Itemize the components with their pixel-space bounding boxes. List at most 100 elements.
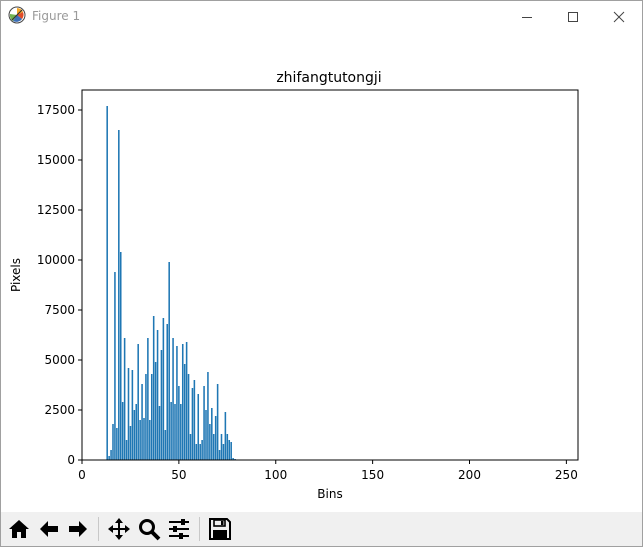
histogram-bar: [112, 424, 114, 460]
histogram-bar: [164, 430, 167, 460]
histogram-bar: [170, 402, 172, 460]
histogram-bar: [185, 342, 188, 460]
histogram-bar: [160, 350, 163, 460]
histogram-bar: [106, 106, 108, 460]
histogram-bar: [114, 272, 116, 460]
histogram-bar: [199, 444, 201, 460]
histogram-bar: [125, 440, 128, 460]
y-tick-label: 2500: [44, 403, 75, 417]
maximize-button[interactable]: [550, 1, 596, 32]
y-tick-label: 7500: [44, 303, 75, 317]
histogram-bar: [183, 364, 186, 460]
close-icon: [613, 11, 625, 22]
histogram-bar: [212, 434, 215, 460]
navigation-toolbar: [1, 512, 642, 546]
histogram-bar: [218, 450, 221, 460]
back-arrow-icon: [40, 521, 58, 537]
histogram-bar: [172, 338, 174, 460]
histogram-bar: [152, 316, 155, 460]
histogram-bar: [176, 346, 178, 460]
histogram-bar: [230, 442, 232, 460]
forward-arrow-icon: [69, 521, 87, 537]
histogram-bar: [181, 344, 184, 460]
configure-subplots-icon: [169, 519, 189, 539]
histogram-bar: [220, 434, 223, 460]
histogram-bar: [156, 330, 159, 460]
histogram-bar: [189, 434, 192, 460]
histogram-bar: [135, 404, 138, 460]
histogram-bar: [141, 384, 143, 460]
figure-window: Figure 1 zhifangtutongji 0 2500 5000 7500 10…: [0, 0, 643, 547]
y-tick-label: 15000: [37, 153, 75, 167]
histogram-bar: [154, 362, 157, 460]
histogram-bar: [131, 370, 134, 460]
histogram-bar: [116, 428, 118, 460]
title-bar[interactable]: Figure 1: [1, 1, 642, 32]
y-tick-label: 0: [67, 453, 75, 467]
histogram-bar: [187, 374, 190, 460]
histogram-bar: [222, 444, 225, 460]
histogram-bar: [180, 404, 182, 460]
zoom-button[interactable]: [135, 515, 163, 543]
histogram-bar: [121, 402, 124, 460]
bars-group: [106, 106, 236, 460]
histogram-bar: [214, 416, 217, 460]
plot-area: zhifangtutongji 0 2500 5000 7500 10000 12500 1…: [1, 32, 642, 512]
x-tick-label: 0: [78, 468, 86, 482]
histogram-bar: [119, 252, 122, 460]
x-tick-label: 100: [264, 468, 287, 482]
histogram-bar: [195, 444, 198, 460]
histogram-bar: [139, 420, 141, 460]
histogram-bar: [133, 410, 136, 460]
histogram-bar: [127, 368, 130, 460]
minimize-button[interactable]: [504, 1, 550, 32]
matplotlib-logo-icon: [8, 6, 26, 24]
x-tick-label: 50: [171, 468, 186, 482]
forward-button[interactable]: [64, 515, 92, 543]
histogram-bar: [108, 456, 110, 460]
histogram-bar: [203, 386, 205, 460]
histogram-bar: [193, 380, 196, 460]
histogram-bar: [201, 440, 203, 460]
chart-title: zhifangtutongji: [276, 70, 381, 86]
histogram-bar: [143, 418, 145, 460]
histogram-bar: [178, 386, 180, 460]
configure-subplots-button[interactable]: [165, 515, 193, 543]
minimize-icon: [522, 16, 532, 18]
histogram-bar: [150, 374, 153, 460]
histogram-bar: [162, 318, 165, 460]
x-axis-label: Bins: [317, 487, 342, 501]
histogram-bar: [209, 424, 211, 460]
histogram-bar: [149, 420, 151, 460]
pan-button[interactable]: [105, 515, 133, 543]
histogram-bar: [197, 394, 200, 460]
histogram-bar: [168, 262, 170, 460]
histogram-bar: [147, 338, 149, 460]
histogram-bar: [158, 406, 161, 460]
histogram-bar: [174, 404, 176, 460]
histogram-bar: [166, 324, 169, 460]
histogram-bar: [224, 412, 227, 460]
x-tick-label: 200: [458, 468, 481, 482]
save-icon: [209, 518, 231, 540]
window-title: Figure 1: [32, 9, 81, 23]
x-tick-label: 250: [555, 468, 578, 482]
y-axis-label: Pixels: [9, 258, 23, 292]
histogram-bar: [205, 410, 207, 460]
back-button[interactable]: [35, 515, 63, 543]
close-button[interactable]: [596, 1, 642, 32]
save-button[interactable]: [206, 515, 234, 543]
y-tick-label: 5000: [44, 353, 75, 367]
y-tick-label: 17500: [37, 103, 75, 117]
histogram-bar: [226, 434, 229, 460]
histogram-bar: [129, 426, 132, 460]
y-tick-label: 12500: [37, 203, 75, 217]
home-button[interactable]: [5, 515, 33, 543]
y-tick-label: 10000: [37, 253, 75, 267]
histogram-chart: zhifangtutongji 025005000750010000125001…: [9, 70, 579, 501]
x-axis-ticks: 0 50 100 150 200 250: [78, 460, 578, 482]
histogram-bar: [211, 408, 213, 460]
histogram-bar: [228, 440, 231, 460]
histogram-bar: [137, 344, 139, 460]
histogram-bar: [123, 338, 126, 460]
